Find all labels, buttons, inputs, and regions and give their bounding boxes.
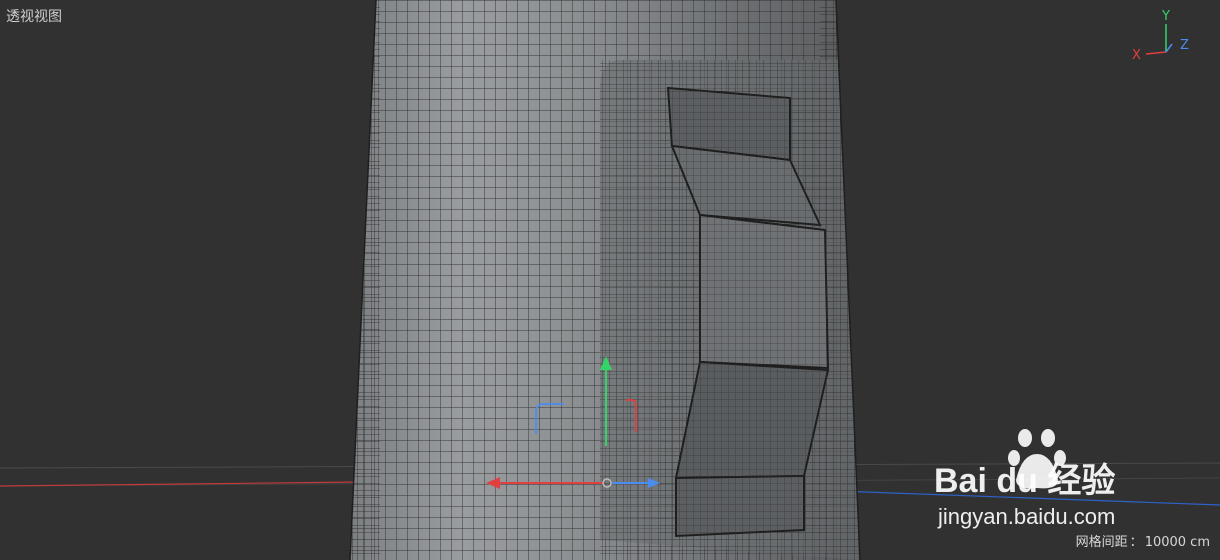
grid-spacing-separator: ： xyxy=(1129,535,1143,550)
axis-x-label: X xyxy=(1132,48,1141,63)
axis-y-label: Y xyxy=(1161,9,1170,24)
grid-spacing-value: 10000 cm xyxy=(1144,535,1210,550)
watermark-url-text: jingyan.baidu.com xyxy=(937,504,1115,529)
baidu-jingyan-watermark: Bai du 经验 jingyan.baidu.com xyxy=(934,429,1115,529)
grid-spacing-label: 网格间距 xyxy=(1075,535,1128,550)
axis-z-label: Z xyxy=(1180,38,1189,53)
watermark-brand-text: Bai du 经验 xyxy=(934,461,1115,500)
inset-blocks[interactable] xyxy=(660,86,835,538)
perspective-viewport[interactable]: 透视视图 Y X Z Bai du 经验 jingyan.baidu.com 网… xyxy=(0,0,1220,560)
axis-orientation-indicator: Y X Z xyxy=(1132,9,1189,63)
grid-spacing-readout: 网格间距： 10000 cm xyxy=(1076,531,1212,550)
viewport-title[interactable]: 透视视图 xyxy=(6,6,62,26)
